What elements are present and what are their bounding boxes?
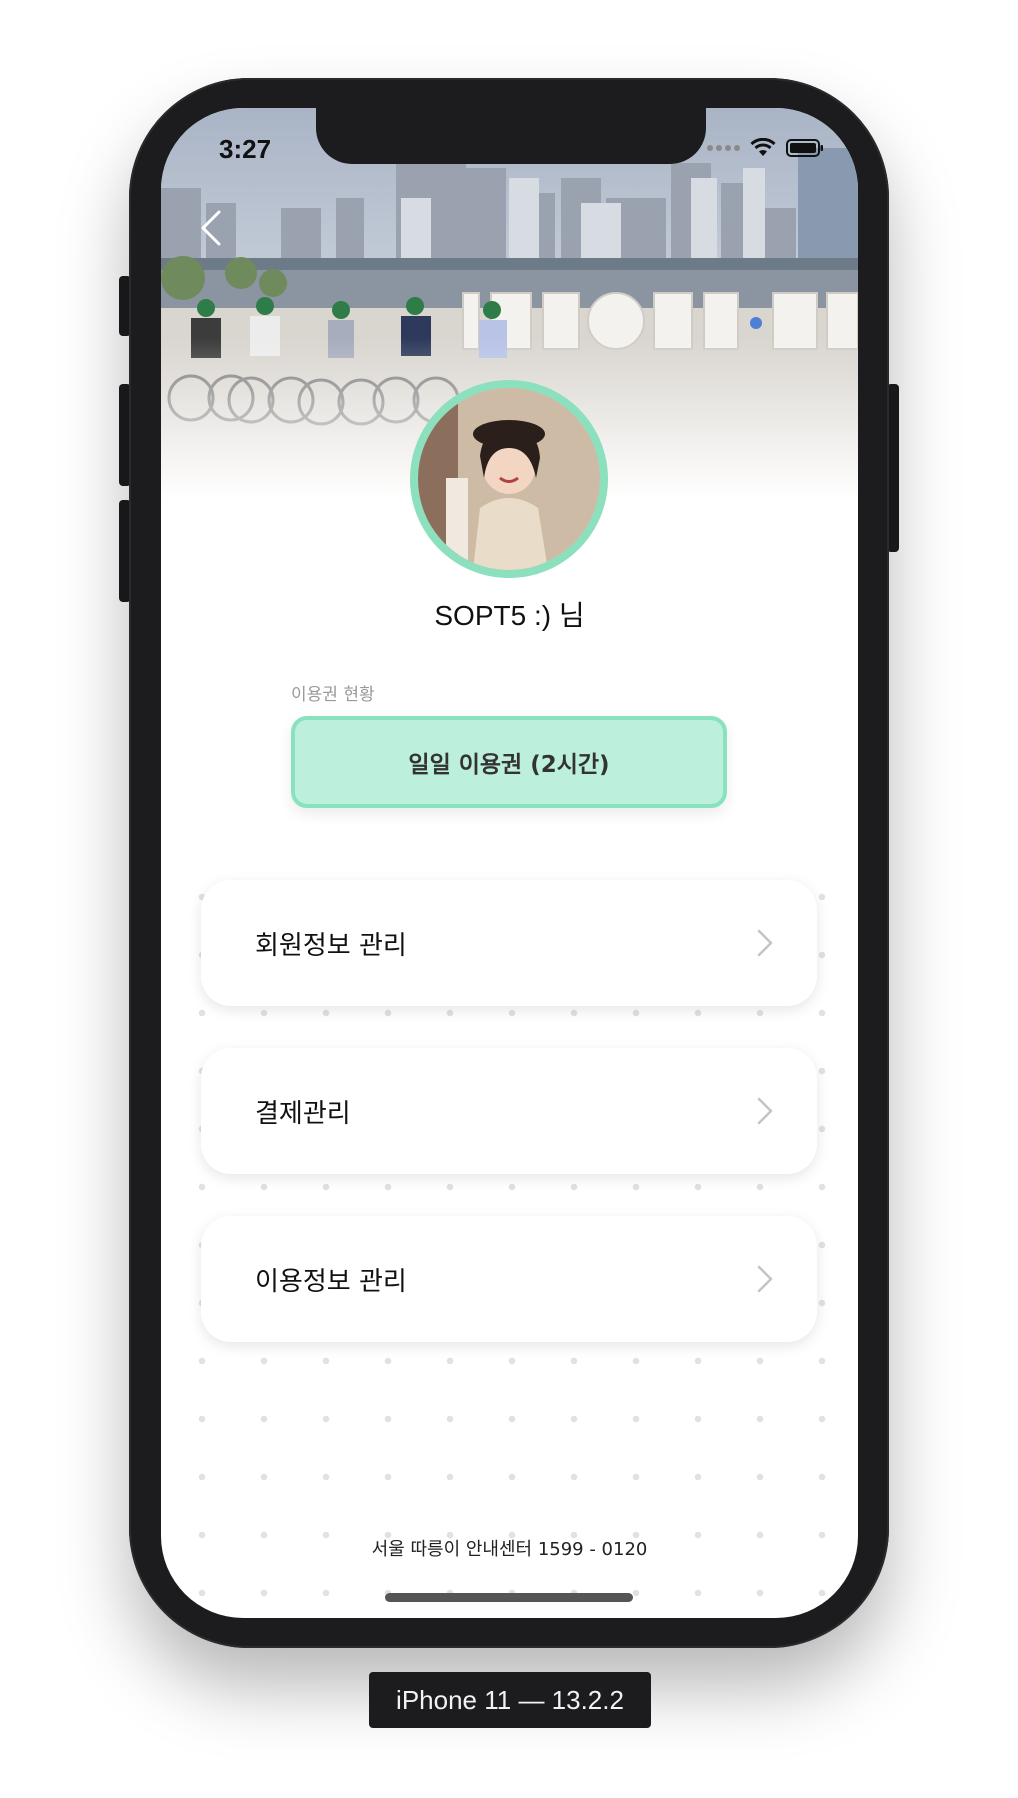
menu-item-payment[interactable]: 결제관리 xyxy=(201,1048,817,1174)
menu-item-label: 이용정보 관리 xyxy=(255,1266,407,1297)
chevron-right-icon xyxy=(757,929,773,957)
chevron-left-icon xyxy=(201,210,221,246)
avatar-photo xyxy=(418,388,600,570)
menu-item-usage-info[interactable]: 이용정보 관리 xyxy=(201,1216,817,1342)
phone-screen: 3:27 SOPT5:) 님 이용권 현황 일일 이용권 (2시간) 회원정보… xyxy=(161,108,858,1618)
battery-icon xyxy=(786,139,823,157)
simulator-stage: 3:27 SOPT5:) 님 이용권 현황 일일 이용권 (2시간) 회원정보… xyxy=(0,0,1018,1798)
status-icons xyxy=(707,138,824,158)
menu-item-label: 회원정보 관리 xyxy=(255,930,407,961)
wifi-icon xyxy=(750,138,776,156)
help-center-footer: 서울 따릉이 안내센터 1599 - 0120 xyxy=(371,1539,648,1560)
back-button[interactable] xyxy=(191,200,231,256)
status-time: 3:27 xyxy=(219,134,272,164)
username: SOPT5 :) 님 xyxy=(434,600,585,631)
menu-item-label: 결제관리 xyxy=(255,1098,351,1129)
chevron-right-icon xyxy=(757,1097,773,1125)
chevron-right-icon xyxy=(757,1265,773,1293)
ticket-status-label: 이용권 현황 xyxy=(291,685,375,705)
cellular-signal-icon xyxy=(707,145,740,151)
device-notch xyxy=(316,108,706,164)
menu-item-member-info[interactable]: 회원정보 관리 xyxy=(201,880,817,1006)
profile-avatar xyxy=(410,380,608,578)
simulator-device-label: iPhone 11 — 13.2.2 xyxy=(369,1672,651,1728)
home-indicator[interactable] xyxy=(385,1593,633,1602)
ticket-status-button[interactable]: 일일 이용권 (2시간) xyxy=(291,716,727,808)
